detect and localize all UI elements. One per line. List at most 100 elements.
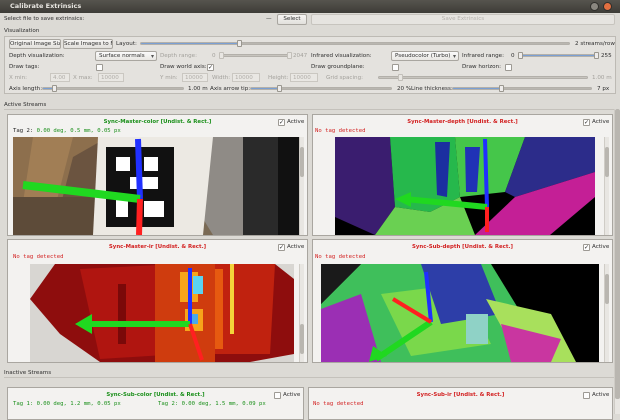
axis-length-slider[interactable] — [42, 85, 184, 92]
active-label: Active — [287, 244, 305, 250]
draw-groundplane-checkbox[interactable] — [392, 64, 399, 71]
arrow-tip-value: 20 % — [397, 86, 412, 92]
stream-title: Sync-Sub-color [Undist. & Rect.] — [106, 392, 205, 398]
draw-horizon-label: Draw horizon: — [462, 64, 501, 70]
grid-spacing-label: Grid spacing: — [326, 75, 364, 81]
active-label: Active — [283, 392, 301, 398]
grid-spacing-value: 1.00 m — [592, 75, 612, 81]
ir-vis-combo[interactable]: Pseudocolor (Turbo) — [391, 51, 459, 61]
x-min-field[interactable]: 4.00 — [50, 73, 70, 82]
line-thickness-value: 7 px — [597, 86, 610, 92]
stream-panel-master-color: Sync-Master-color [Undist. & Rect.] ✓ Ac… — [7, 114, 308, 236]
original-size-button[interactable]: Original Image Size — [9, 39, 61, 49]
draw-horizon-checkbox[interactable] — [505, 64, 512, 71]
select-file-button[interactable]: Select — [277, 14, 307, 25]
draw-tags-checkbox[interactable] — [96, 64, 103, 71]
active-label: Active — [592, 244, 610, 250]
stream-title: Sync-Sub-depth [Undist. & Rect.] — [412, 244, 513, 250]
stream-title: Sync-Master-color [Undist. & Rect.] — [103, 119, 212, 125]
draw-groundplane-label: Draw groundplane: — [311, 64, 365, 70]
layout-label: Layout: — [116, 41, 137, 47]
layout-slider[interactable] — [140, 40, 570, 47]
stream-title: Sync-Sub-ir [Undist. & Rect.] — [416, 392, 505, 398]
y-min-label: Y min: — [160, 75, 178, 81]
close-icon[interactable] — [603, 2, 612, 11]
stream-panel-master-depth: Sync-Master-depth [Undist. & Rect.] ✓ Ac… — [312, 114, 613, 236]
ir-range-slider[interactable] — [518, 52, 599, 59]
stream-image-master-ir — [30, 264, 294, 362]
stream-status-values: 0.00 deg, 0.5 mm, 0.05 px — [33, 128, 121, 134]
stream-title: Sync-Master-ir [Undist. & Rect.] — [108, 244, 207, 250]
depth-range-slider[interactable] — [219, 52, 292, 59]
depth-image — [335, 137, 595, 235]
main-scrollbar[interactable] — [614, 109, 620, 414]
width-field[interactable]: 10000 — [232, 73, 260, 82]
y-min-field[interactable]: 10000 — [182, 73, 208, 82]
active-label: Active — [287, 119, 305, 125]
layout-value: 2 streams/row — [575, 41, 615, 47]
ir-range-min: 0 — [511, 53, 515, 59]
window-title: Calibrate Extrinsics — [10, 2, 82, 10]
active-streams-label: Active Streams — [4, 102, 47, 108]
ir-vis-label: Infrared visualization: — [311, 53, 372, 59]
axis-length-label: Axis length: — [9, 86, 43, 92]
stream-panel-sub-ir: Sync-Sub-ir [Undist. & Rect.] Active No … — [308, 387, 613, 420]
stream-status-2: Tag 2: 0.00 deg, 1.5 mm, 0.09 px — [158, 401, 266, 407]
depth-vis-combo[interactable]: Surface normals — [95, 51, 157, 61]
minimize-icon[interactable] — [590, 2, 599, 11]
save-extrinsics-button[interactable]: Save Extrinsics — [311, 14, 615, 25]
inactive-streams-divider — [4, 377, 616, 378]
stream-scrollbar[interactable] — [604, 264, 609, 362]
stream-image-master-depth — [335, 137, 595, 235]
ir-range-label: Infrared range: — [462, 53, 504, 59]
stream-scrollbar[interactable] — [604, 137, 609, 235]
ir-vis-value: Pseudocolor (Turbo) — [395, 53, 451, 59]
stream-scrollbar[interactable] — [299, 137, 304, 235]
depth-vis-value: Surface normals — [99, 53, 145, 59]
stream-scrollbar[interactable] — [299, 264, 304, 362]
width-label: Width: — [212, 75, 231, 81]
save-file-label: Select file to save extrinsics: — [4, 16, 85, 22]
active-checkbox[interactable]: ✓ — [278, 244, 285, 251]
stream-panel-sub-depth: Sync-Sub-depth [Undist. & Rect.] ✓ Activ… — [312, 239, 613, 363]
stream-status: No tag detected — [315, 254, 366, 260]
active-checkbox[interactable] — [274, 392, 281, 399]
sub-depth-image — [321, 264, 599, 362]
active-checkbox[interactable]: ✓ — [583, 244, 590, 251]
height-label: Height: — [268, 75, 289, 81]
stream-panel-sub-color: Sync-Sub-color [Undist. & Rect.] Active … — [7, 387, 304, 420]
draw-world-axis-checkbox[interactable]: ✓ — [207, 64, 214, 71]
height-field[interactable]: 10000 — [290, 73, 318, 82]
scale-fit-button[interactable]: Scale Images to Fit — [63, 39, 113, 49]
stream-status: Tag 2: 0.00 deg, 0.5 mm, 0.05 px — [13, 128, 121, 134]
x-max-label: X max: — [73, 75, 93, 81]
stream-status: No tag detected — [313, 401, 364, 407]
line-thickness-slider[interactable] — [452, 85, 592, 92]
stream-panel-master-ir: Sync-Master-ir [Undist. & Rect.] ✓ Activ… — [7, 239, 308, 363]
depth-range-min: 0 — [212, 53, 216, 59]
grid-spacing-slider[interactable] — [378, 74, 588, 81]
ir-image — [30, 264, 294, 362]
depth-range-label: Depth range: — [160, 53, 197, 59]
color-image — [13, 137, 299, 235]
stream-status: No tag detected — [315, 128, 366, 134]
stream-title: Sync-Master-depth [Undist. & Rect.] — [407, 119, 518, 125]
stream-image-sub-depth — [321, 264, 599, 362]
arrow-tip-slider[interactable] — [250, 85, 392, 92]
active-checkbox[interactable]: ✓ — [583, 119, 590, 126]
x-max-field[interactable]: 10000 — [98, 73, 124, 82]
active-streams-divider — [4, 109, 616, 110]
visualization-section-label: Visualization — [4, 28, 40, 34]
axis-length-value: 1.00 m — [188, 86, 208, 92]
arrow-tip-label: Axis arrow tip: — [210, 86, 251, 92]
stream-status: Tag 1: 0.00 deg, 1.2 mm, 0.05 px — [13, 401, 121, 407]
x-min-label: X min: — [9, 75, 28, 81]
window-titlebar: Calibrate Extrinsics — [0, 0, 620, 13]
stream-status: No tag detected — [13, 254, 64, 260]
active-checkbox[interactable] — [583, 392, 590, 399]
draw-tags-label: Draw tags: — [9, 64, 40, 70]
stream-image-master-color — [13, 137, 299, 235]
line-thickness-label: Line thickness: — [411, 86, 453, 92]
active-label: Active — [592, 392, 610, 398]
active-checkbox[interactable]: ✓ — [278, 119, 285, 126]
